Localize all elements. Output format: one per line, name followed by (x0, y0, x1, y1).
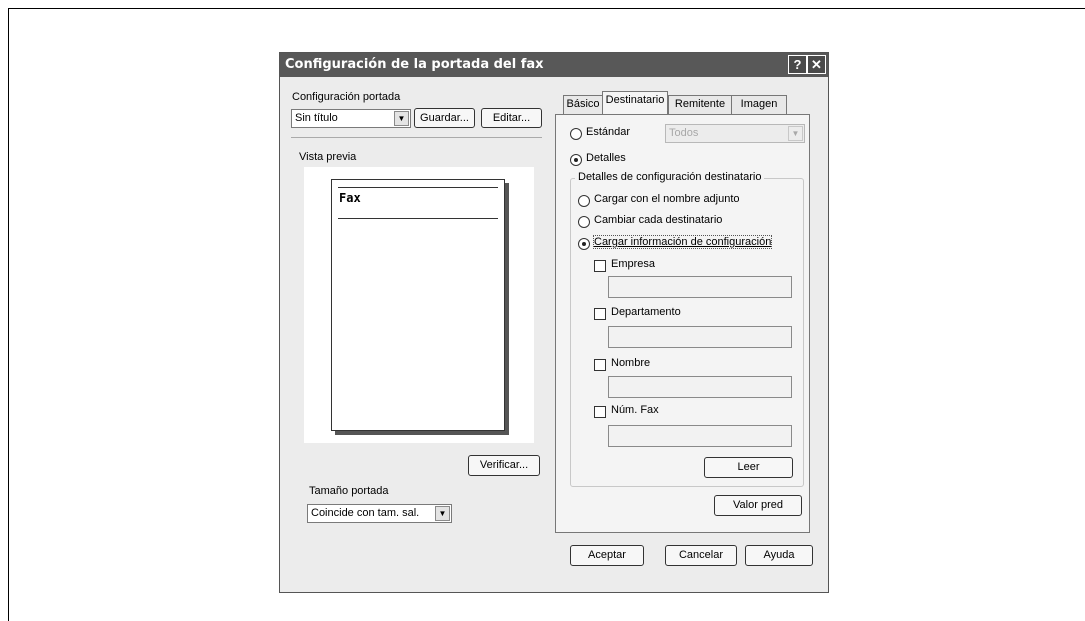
tab-basico[interactable]: Básico (563, 95, 603, 114)
empresa-field[interactable] (608, 276, 792, 298)
verificar-button[interactable]: Verificar... (468, 455, 540, 476)
chevron-down-icon[interactable]: ▼ (394, 111, 409, 126)
separator (291, 137, 542, 138)
size-label: Tamaño portada (309, 485, 389, 497)
preview-area: Fax (304, 167, 534, 443)
cancelar-button[interactable]: Cancelar (665, 545, 737, 566)
nombre-label: Nombre (611, 357, 651, 369)
group-title: Detalles de configuración destinatario (575, 171, 765, 183)
leer-button[interactable]: Leer (704, 457, 793, 478)
detalles-label: Detalles (586, 152, 626, 164)
nombre-field[interactable] (608, 376, 792, 398)
destinatario-panel: Estándar Todos ▼ Detalles Detalles de co… (555, 114, 810, 533)
help-icon[interactable]: ? (788, 55, 807, 74)
estandar-select[interactable]: Todos ▼ (665, 124, 805, 143)
fax-cover-dialog: Configuración de la portada del fax ? ✕ … (279, 52, 829, 593)
dialog-title: Configuración de la portada del fax (285, 57, 544, 72)
cargar-nombre-radio[interactable] (578, 195, 590, 207)
guardar-button[interactable]: Guardar... (414, 108, 475, 128)
aceptar-button[interactable]: Aceptar (570, 545, 644, 566)
departamento-label: Departamento (611, 306, 681, 318)
empresa-checkbox[interactable] (594, 260, 606, 272)
page-frame-top (8, 8, 1085, 9)
size-select-value: Coincide con tam. sal. (311, 507, 420, 519)
preview-fax-text: Fax (339, 191, 361, 205)
preview-page: Fax (331, 179, 505, 431)
cargar-info-radio[interactable] (578, 238, 590, 250)
num-fax-label: Núm. Fax (611, 404, 659, 416)
departamento-field[interactable] (608, 326, 792, 348)
preview-label: Vista previa (299, 151, 357, 163)
cargar-info-label: Cargar información de configuración (592, 235, 773, 249)
estandar-label: Estándar (586, 126, 631, 138)
ayuda-button[interactable]: Ayuda (745, 545, 813, 566)
tab-destinatario[interactable]: Destinatario (602, 91, 668, 115)
estandar-select-value: Todos (669, 127, 699, 139)
valor-pred-button[interactable]: Valor pred (714, 495, 802, 516)
config-select[interactable]: Sin título ▼ (291, 109, 411, 128)
estandar-radio[interactable] (570, 128, 582, 140)
tab-remitente[interactable]: Remitente (668, 95, 732, 114)
tab-imagen[interactable]: Imagen (731, 95, 787, 114)
empresa-label: Empresa (611, 258, 656, 270)
preview-line-top (338, 187, 498, 188)
cambiar-label: Cambiar cada destinatario (594, 214, 723, 226)
detalles-radio[interactable] (570, 154, 582, 166)
cambiar-radio[interactable] (578, 216, 590, 228)
config-select-value: Sin título (295, 112, 338, 124)
cargar-nombre-label: Cargar con el nombre adjunto (594, 193, 740, 205)
nombre-checkbox[interactable] (594, 359, 606, 371)
size-select[interactable]: Coincide con tam. sal. ▼ (307, 504, 452, 523)
num-fax-checkbox[interactable] (594, 406, 606, 418)
config-label: Configuración portada (292, 91, 401, 103)
num-fax-field[interactable] (608, 425, 792, 447)
preview-line-bottom (338, 218, 498, 219)
close-icon[interactable]: ✕ (807, 55, 826, 74)
page-frame-left (8, 8, 9, 621)
editar-button[interactable]: Editar... (481, 108, 542, 128)
departamento-checkbox[interactable] (594, 308, 606, 320)
dialog-titlebar: Configuración de la portada del fax (280, 53, 828, 77)
chevron-down-icon[interactable]: ▼ (788, 126, 803, 141)
chevron-down-icon[interactable]: ▼ (435, 506, 450, 521)
